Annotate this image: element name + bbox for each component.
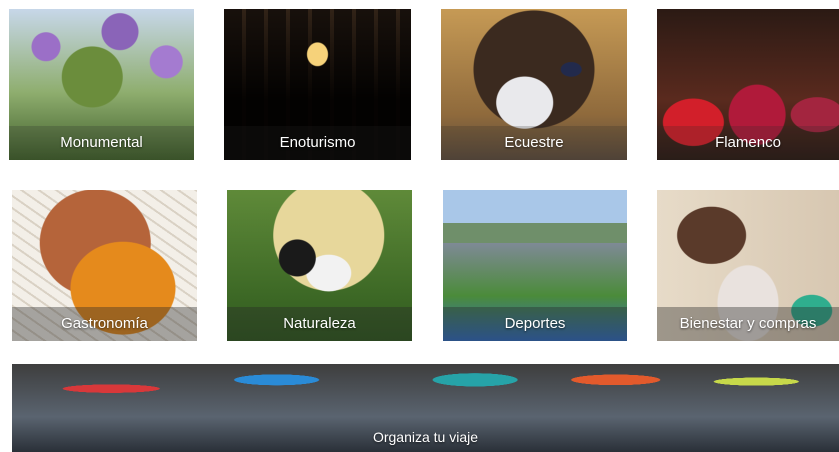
tile-gastronomia[interactable]: Gastronomía <box>12 190 197 341</box>
tile-flamenco[interactable]: Flamenco <box>657 9 839 160</box>
tile-label: Bienestar y compras <box>657 307 839 341</box>
tile-naturaleza[interactable]: Naturaleza <box>227 190 412 341</box>
tile-monumental[interactable]: Monumental <box>9 9 194 160</box>
tile-ecuestre[interactable]: Ecuestre <box>441 9 627 160</box>
tile-enoturismo[interactable]: Enoturismo <box>224 9 411 160</box>
tile-label: Flamenco <box>657 126 839 160</box>
tile-label: Deportes <box>443 307 627 341</box>
banner-organiza-viaje[interactable]: Organiza tu viaje <box>12 364 839 452</box>
banner-label: Organiza tu viaje <box>372 429 479 445</box>
tile-label: Gastronomía <box>12 307 197 341</box>
tile-bienestar-compras[interactable]: Bienestar y compras <box>657 190 839 341</box>
tile-label: Ecuestre <box>441 126 627 160</box>
tile-label: Enoturismo <box>224 126 411 160</box>
tile-label: Naturaleza <box>227 307 412 341</box>
tile-label: Monumental <box>9 126 194 160</box>
tile-deportes[interactable]: Deportes <box>443 190 627 341</box>
